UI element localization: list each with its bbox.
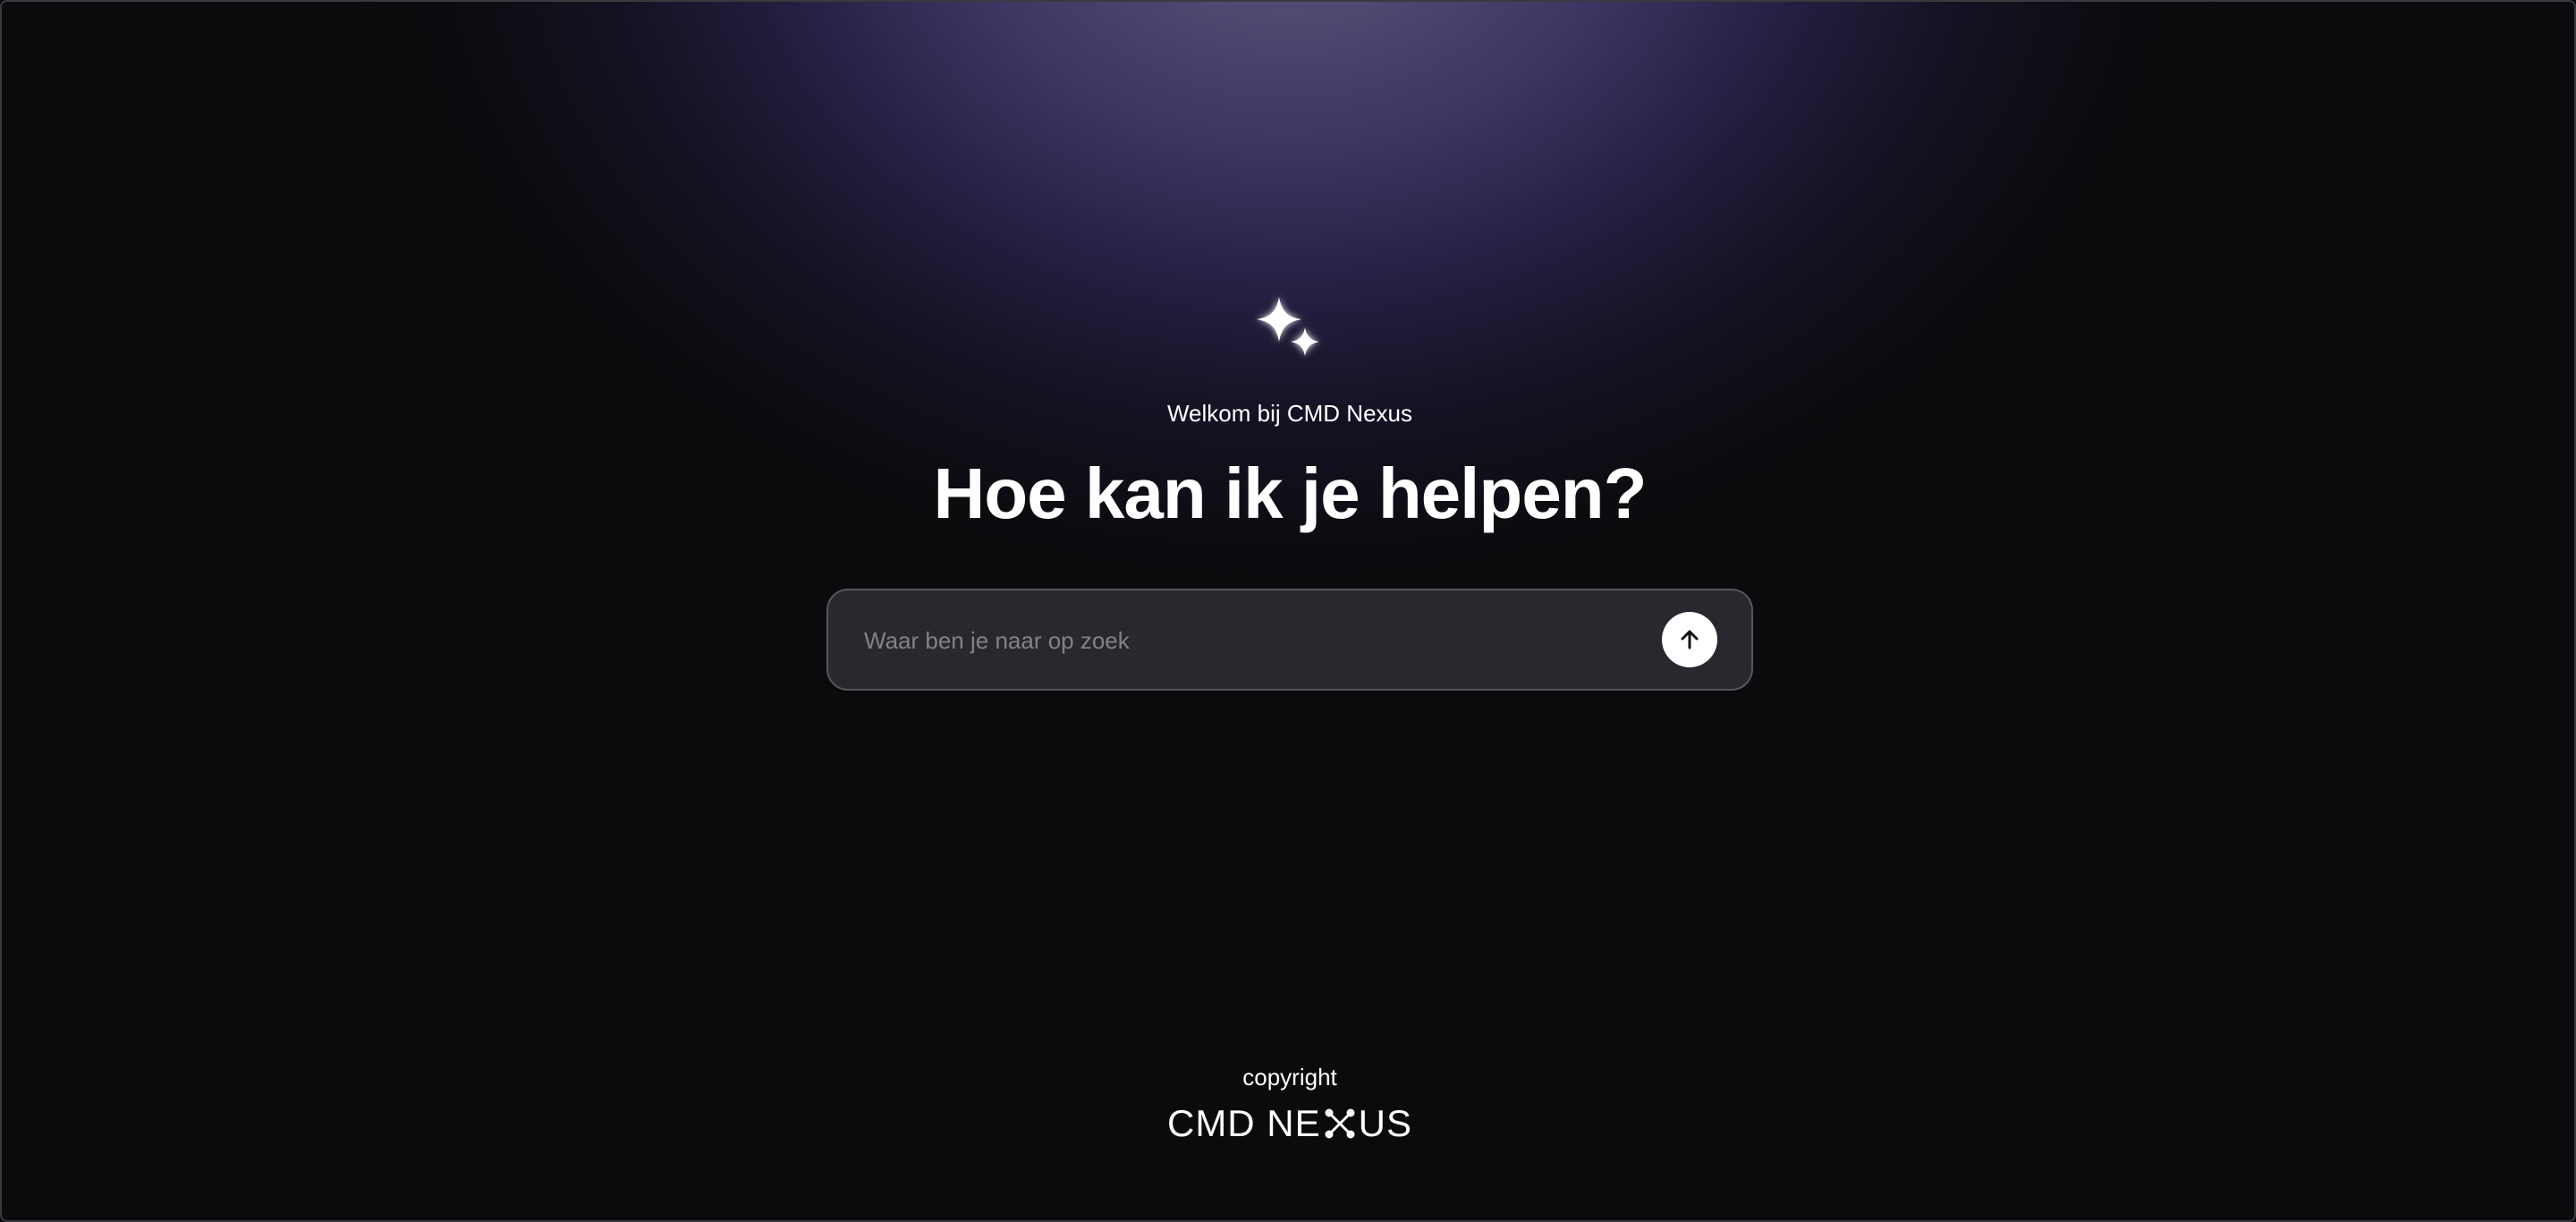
search-bar bbox=[826, 589, 1753, 691]
copyright-label: copyright bbox=[1242, 1064, 1337, 1090]
x-mark-icon bbox=[1325, 1108, 1355, 1139]
hero: Welkom bij CMD Nexus Hoe kan ik je helpe… bbox=[2, 288, 2574, 535]
arrow-up-icon bbox=[1681, 630, 1699, 649]
search-input[interactable] bbox=[862, 590, 1635, 691]
page-title: Hoe kan ik je helpen? bbox=[933, 454, 1647, 533]
footer: copyright CMD NE US bbox=[2, 1063, 2574, 1145]
brand-prefix: CMD NE bbox=[1166, 1102, 1321, 1144]
brand-logo: CMD NE US bbox=[1167, 1102, 1412, 1145]
send-button[interactable] bbox=[1662, 612, 1717, 667]
brand-suffix: US bbox=[1358, 1102, 1413, 1144]
page: Welkom bij CMD Nexus Hoe kan ik je helpe… bbox=[0, 0, 2576, 1222]
welcome-text: Welkom bij CMD Nexus bbox=[1166, 400, 1412, 427]
sparkle-icon bbox=[1257, 297, 1319, 356]
